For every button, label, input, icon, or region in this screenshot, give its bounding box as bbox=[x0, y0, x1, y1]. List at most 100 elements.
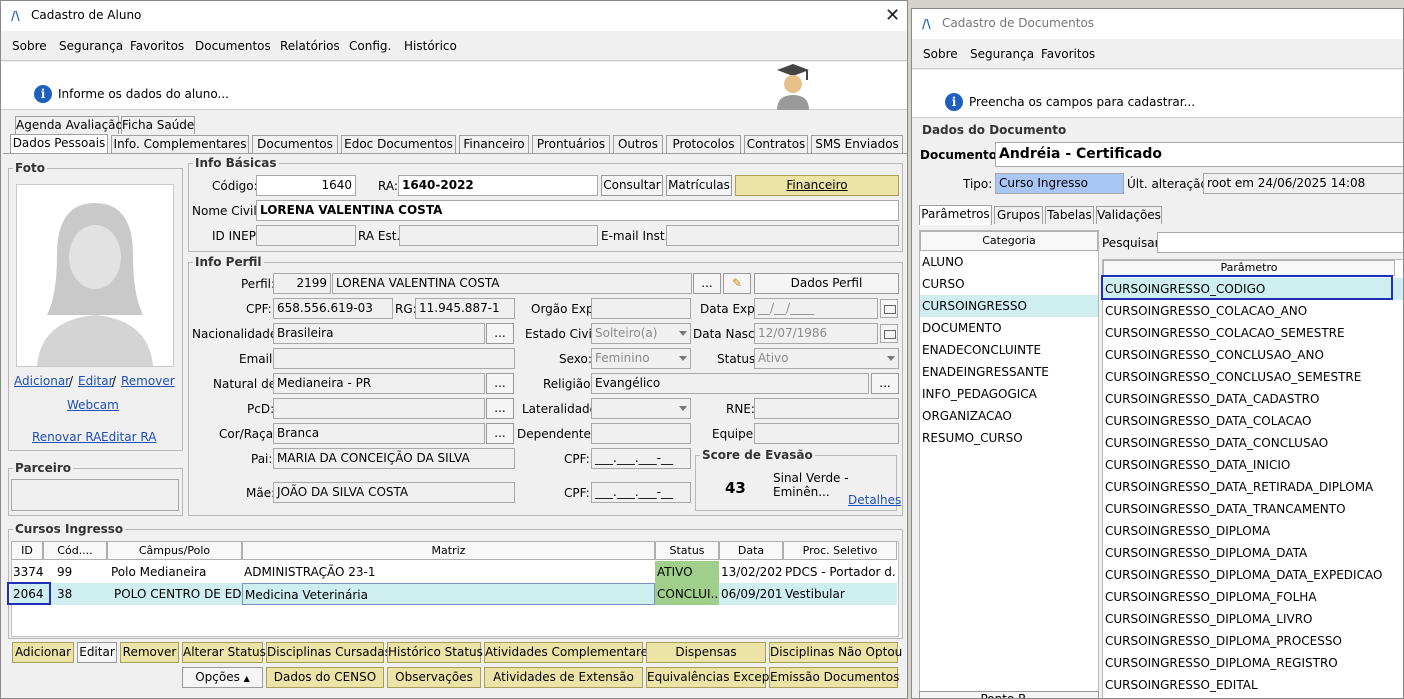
observacoes-button[interactable]: Observações bbox=[387, 667, 481, 688]
dados-perfil-button[interactable]: Dados Perfil bbox=[754, 273, 899, 294]
col-status[interactable]: Status bbox=[655, 541, 719, 560]
tab-financeiro[interactable]: Financeiro bbox=[459, 135, 529, 153]
nacionalidade-field[interactable]: Brasileira bbox=[273, 323, 485, 344]
data-nasc-calendar-icon[interactable] bbox=[880, 324, 898, 343]
tab-outros[interactable]: Outros bbox=[613, 135, 663, 153]
list-item[interactable]: INFO_PEDAGOGICA bbox=[920, 383, 1098, 405]
remover-button[interactable]: Remover bbox=[120, 642, 179, 663]
natural-search-button[interactable]: ... bbox=[486, 373, 514, 394]
menu-seguranca[interactable]: Segurança bbox=[970, 47, 1034, 61]
pai-field[interactable]: MARIA DA CONCEIÇÃO DA SILVA bbox=[273, 448, 515, 469]
natural-field[interactable]: Medianeira - PR bbox=[273, 373, 485, 394]
rg-field[interactable]: 11.945.887-1 bbox=[415, 298, 515, 319]
lateralidade-select[interactable] bbox=[591, 398, 691, 419]
cpf-pai-field[interactable]: ___.___.___-__ bbox=[591, 448, 691, 469]
list-item[interactable]: ENADECONCLUINTE bbox=[920, 339, 1098, 361]
data-nasc-field[interactable]: 12/07/1986 bbox=[754, 323, 878, 344]
ultima-alteracao-field[interactable]: root em 24/06/2025 14:08 bbox=[1203, 173, 1403, 194]
equipe-field[interactable] bbox=[754, 423, 899, 444]
disciplinas-cursadas-button[interactable]: Disciplinas Cursadas bbox=[266, 642, 391, 663]
tab-edoc-documentos[interactable]: Edoc Documentos bbox=[341, 135, 456, 153]
list-item[interactable]: CURSOINGRESSO_DIPLOMA_PROCESSO bbox=[1103, 630, 1403, 652]
data-exp-field[interactable]: __/__/____ bbox=[754, 298, 878, 319]
matriculas-button[interactable]: Matrículas bbox=[666, 175, 732, 196]
id-inep-field[interactable] bbox=[256, 225, 356, 246]
cpf-mae-field[interactable]: ___.___.___-__ bbox=[591, 482, 691, 503]
detalhes-link[interactable]: Detalhes bbox=[848, 493, 901, 507]
list-item[interactable]: CURSOINGRESSO_CONCLUSAO_ANO bbox=[1103, 344, 1403, 366]
list-item[interactable]: CURSOINGRESSO_DIPLOMA_REGISTRO bbox=[1103, 652, 1403, 674]
list-item[interactable]: DOCUMENTO bbox=[920, 317, 1098, 339]
cpf-field[interactable]: 658.556.619-03 bbox=[273, 298, 393, 319]
estado-civil-select[interactable]: Solteiro(a) bbox=[591, 323, 691, 344]
equivalencias-excep-button[interactable]: Equivalências Excep. bbox=[646, 667, 773, 688]
nacionalidade-search-button[interactable]: ... bbox=[486, 323, 514, 344]
email-field[interactable] bbox=[273, 348, 515, 369]
tab-prontuarios[interactable]: Prontuários bbox=[532, 135, 610, 153]
cor-raca-search-button[interactable]: ... bbox=[486, 423, 514, 444]
list-item[interactable]: ENADEINGRESSANTE bbox=[920, 361, 1098, 383]
pcd-field[interactable] bbox=[273, 398, 485, 419]
menu-favoritos[interactable]: Favoritos bbox=[130, 39, 184, 53]
nome-civil-field[interactable]: LORENA VALENTINA COSTA bbox=[256, 200, 899, 221]
tab-parametros[interactable]: Parâmetros bbox=[919, 205, 992, 225]
financeiro-button[interactable]: Financeiro bbox=[735, 175, 899, 196]
menu-config[interactable]: Config. bbox=[349, 39, 391, 53]
perfil-edit-button[interactable]: ✎ bbox=[723, 273, 751, 294]
list-item[interactable]: CURSOINGRESSO_CONCLUSAO_SEMESTRE bbox=[1103, 366, 1403, 388]
tab-dados-pessoais[interactable]: Dados Pessoais bbox=[10, 134, 108, 154]
sexo-select[interactable]: Feminino bbox=[591, 348, 691, 369]
tab-tabelas[interactable]: Tabelas bbox=[1045, 206, 1094, 224]
categoria-header[interactable]: Categoria bbox=[920, 231, 1098, 251]
foto-webcam-link[interactable]: Webcam bbox=[67, 398, 119, 412]
list-item[interactable]: CURSOINGRESSO_DATA_CONCLUSAO bbox=[1103, 432, 1403, 454]
tab-sms-enviados[interactable]: SMS Enviados bbox=[811, 135, 903, 153]
table-row[interactable]: 3374 99 Polo Medianeira ADMINISTRAÇÃO 23… bbox=[11, 561, 897, 583]
cor-raca-field[interactable]: Branca bbox=[273, 423, 485, 444]
menu-relatorios[interactable]: Relatórios bbox=[280, 39, 340, 53]
ra-est-field[interactable] bbox=[399, 225, 598, 246]
rne-field[interactable] bbox=[754, 398, 899, 419]
list-item[interactable]: CURSOINGRESSO_EDITAL bbox=[1103, 674, 1403, 696]
list-item[interactable]: CURSOINGRESSO_DATA_TRANCAMENTO bbox=[1103, 498, 1403, 520]
renovar-ra-link[interactable]: Renovar RA bbox=[32, 430, 101, 444]
pcd-search-button[interactable]: ... bbox=[486, 398, 514, 419]
menu-sobre[interactable]: Sobre bbox=[12, 39, 47, 53]
list-item[interactable]: CURSOINGRESSO_DATA_CADASTRO bbox=[1103, 388, 1403, 410]
historico-status-button[interactable]: Histórico Status bbox=[387, 642, 483, 663]
menu-sobre[interactable]: Sobre bbox=[923, 47, 958, 61]
tab-documentos[interactable]: Documentos bbox=[252, 135, 338, 153]
parametro-header[interactable]: Parâmetro bbox=[1103, 260, 1395, 276]
close-icon[interactable]: ✕ bbox=[885, 5, 900, 26]
foto-adicionar-link[interactable]: Adicionar bbox=[14, 374, 70, 388]
tab-agenda-avaliacao[interactable]: Agenda Avaliação bbox=[15, 116, 123, 134]
tab-protocolos[interactable]: Protocolos bbox=[666, 135, 741, 153]
perfil-id-field[interactable]: 2199 bbox=[273, 273, 331, 294]
documento-field[interactable]: Andréia - Certificado bbox=[995, 142, 1403, 167]
tab-ficha-saude[interactable]: Ficha Saúde bbox=[121, 116, 195, 134]
ponto-r-button[interactable]: Ponto R... bbox=[919, 691, 1099, 698]
mae-field[interactable]: JOÃO DA SILVA COSTA bbox=[273, 482, 515, 503]
atividades-complementares-button[interactable]: Atividades Complementares bbox=[484, 642, 654, 663]
emissao-documentos-button[interactable]: Emissão Documentos bbox=[769, 667, 899, 688]
pesquisar-input[interactable] bbox=[1157, 232, 1403, 253]
list-item[interactable]: CURSOINGRESSO_DIPLOMA_DATA bbox=[1103, 542, 1403, 564]
list-item[interactable]: CURSOINGRESSO_DATA_COLACAO bbox=[1103, 410, 1403, 432]
list-item[interactable]: CURSOINGRESSO bbox=[920, 295, 1098, 317]
disciplinas-nao-optou-button[interactable]: Disciplinas Não Optou bbox=[769, 642, 902, 663]
list-item[interactable]: CURSOINGRESSO_DATA_RETIRADA_DIPLOMA bbox=[1103, 476, 1403, 498]
consultar-button[interactable]: Consultar bbox=[601, 175, 663, 196]
dispensas-button[interactable]: Dispensas bbox=[646, 642, 766, 663]
col-matriz[interactable]: Matriz bbox=[242, 541, 655, 560]
tab-validacoes[interactable]: Validações bbox=[1096, 206, 1162, 224]
tab-grupos[interactable]: Grupos bbox=[994, 206, 1043, 224]
alterar-status-button[interactable]: Alterar Status bbox=[182, 642, 266, 663]
opcoes-button[interactable]: Opções ▲ bbox=[182, 667, 263, 688]
list-item[interactable]: CURSO bbox=[920, 273, 1098, 295]
menu-historico[interactable]: Histórico bbox=[404, 39, 457, 53]
list-item[interactable]: ALUNO bbox=[920, 251, 1098, 273]
menu-seguranca[interactable]: Segurança bbox=[59, 39, 123, 53]
list-item[interactable]: CURSOINGRESSO_COLACAO_SEMESTRE bbox=[1103, 322, 1403, 344]
list-item[interactable]: CURSOINGRESSO_COLACAO_ANO bbox=[1103, 300, 1403, 322]
col-data[interactable]: Data bbox=[719, 541, 783, 560]
